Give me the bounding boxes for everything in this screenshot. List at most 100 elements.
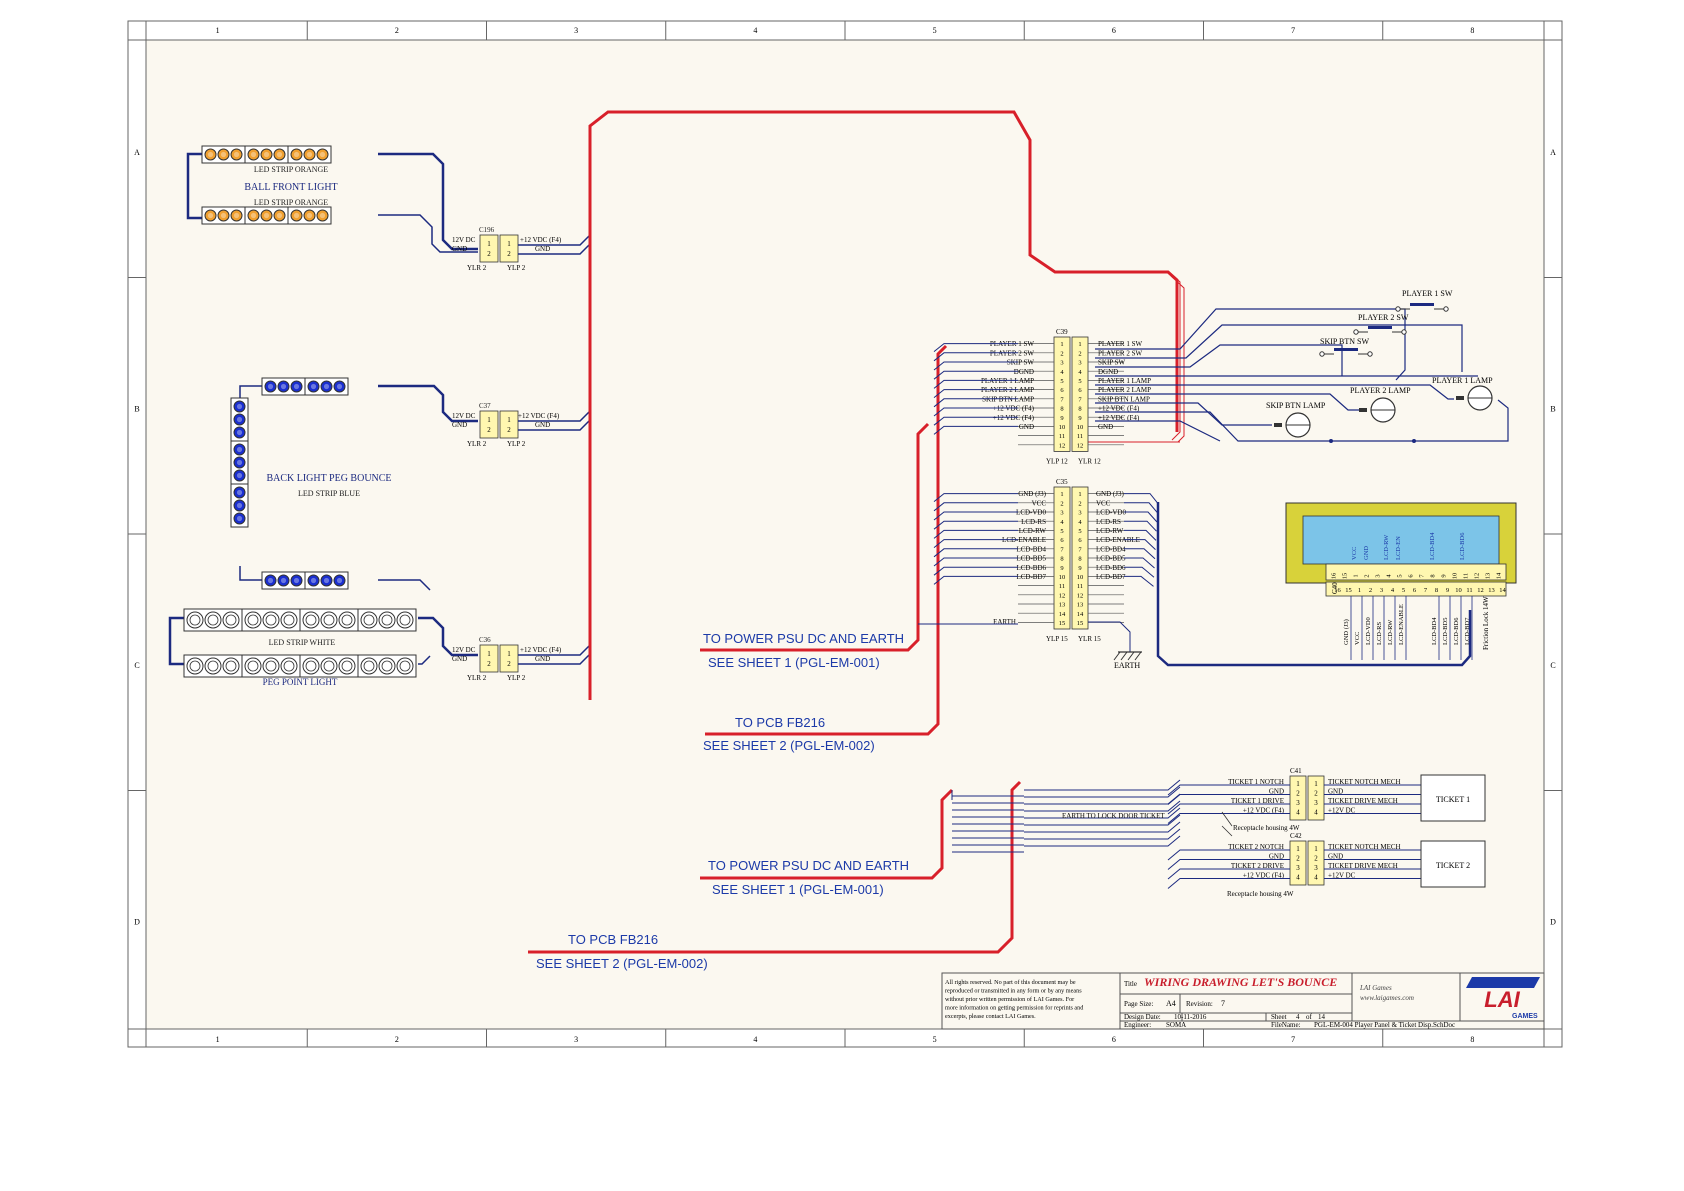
c39-right-pin: PLAYER 1 LAMP (1098, 377, 1151, 385)
lcd-pin-number: 5 (1397, 574, 1404, 577)
svg-text:15: 15 (1059, 620, 1066, 627)
led (378, 657, 396, 675)
lcd-display-label: LCD-RW (1383, 534, 1390, 560)
svg-text:12: 12 (1059, 592, 1066, 599)
logo-subtext: GAMES (1512, 1013, 1538, 1020)
svg-text:1: 1 (487, 650, 491, 658)
svg-text:4: 4 (1314, 809, 1318, 817)
lcd-pin-number: 10 (1455, 587, 1462, 594)
svg-text:2: 2 (1314, 790, 1318, 798)
led-strip-blue-side (230, 397, 249, 528)
svg-text:1: 1 (487, 416, 491, 424)
svg-text:11: 11 (1077, 583, 1083, 590)
svg-text:13: 13 (1059, 602, 1066, 609)
c35-left-pin: LCD-ENABLE (1002, 536, 1046, 544)
c36-left-pin-2: GND (452, 655, 467, 663)
notice-line: more information on getting permission f… (945, 1005, 1084, 1012)
lcd-wire-label: GND (J3) (1343, 619, 1350, 645)
led (280, 657, 298, 675)
svg-text:3: 3 (1078, 360, 1081, 367)
title-block: All rights reserved. No part of this doc… (941, 972, 1545, 1030)
earth-label: EARTH (1114, 661, 1140, 670)
led (186, 657, 204, 675)
c35-left-pin: GND (J3) (1018, 490, 1046, 498)
lcd-lock-label: Friction Lock 14W (1482, 596, 1490, 650)
svg-text:1: 1 (1314, 845, 1318, 853)
c39-left-pin: PLAYER 1 SW (990, 340, 1034, 348)
c36-plug-left: YLR 2 (467, 674, 487, 682)
c196-left-pin-1: 12V DC (452, 236, 476, 244)
sheet-total: 14 (1318, 1013, 1326, 1021)
player-1-switch-label: PLAYER 1 SW (1402, 289, 1453, 298)
revision-value: 7 (1221, 999, 1225, 1008)
svg-text:14: 14 (1059, 611, 1066, 618)
c36-right-pin-1: +12 VDC (F4) (520, 646, 562, 654)
svg-text:12: 12 (1077, 442, 1084, 449)
c37-left-pin-1: 12V DC (452, 412, 476, 420)
svg-text:9: 9 (1078, 415, 1081, 422)
title-label: Title (1124, 980, 1137, 988)
skip-button-switch-label: SKIP BTN SW (1320, 337, 1369, 346)
svg-text:12: 12 (1059, 442, 1066, 449)
svg-text:4: 4 (1314, 874, 1318, 882)
c39-right-pin: SKIP SW (1098, 359, 1126, 367)
c35-left-pin: LCD-RS (1021, 518, 1046, 526)
led (244, 611, 262, 629)
grid-col-top-3: 3 (574, 26, 578, 35)
lcd-wire-label: LCD-BD5 (1442, 618, 1449, 645)
c39-right-pin: PLAYER 2 SW (1098, 349, 1142, 357)
led (360, 657, 378, 675)
c35-right-pin: GND (J3) (1096, 490, 1124, 498)
ref-pcb-1-title: TO PCB FB216 (735, 715, 825, 730)
c35-right-pin: LCD-BD7 (1096, 573, 1126, 581)
ref-psu-2-sheet: SEE SHEET 1 (PGL-EM-001) (712, 882, 884, 897)
led-strip-blue-label: LED STRIP BLUE (298, 489, 360, 498)
lcd-pin-strip: 1616151511223344556677889910101111121213… (1325, 563, 1507, 597)
c35-left-pin: LCD-BD4 (1016, 545, 1046, 553)
c39-left-pin: SKIP SW (1007, 359, 1035, 367)
svg-text:1: 1 (507, 650, 511, 658)
grid-row-left-D: D (134, 918, 140, 927)
svg-text:8: 8 (1060, 556, 1063, 563)
ticket-1-label: TICKET 1 (1436, 795, 1470, 804)
c39-left-pin: +12 VDC (F4) (993, 405, 1035, 413)
notice-line: without prior written permission of LAI … (945, 996, 1074, 1003)
c39-right-pin: DGND (1098, 368, 1118, 376)
c196-right-pin-1: +12 VDC (F4) (520, 236, 562, 244)
c196-right-pin-2: GND (535, 245, 550, 253)
c39-left-pin: +12 VDC (F4) (993, 414, 1035, 422)
svg-text:2: 2 (1078, 350, 1081, 357)
c36-left-pin-1: 12V DC (452, 646, 476, 654)
svg-text:9: 9 (1060, 415, 1063, 422)
grid-col-top-8: 8 (1470, 26, 1474, 35)
led (262, 611, 280, 629)
lcd-pin-number: 15 (1342, 573, 1349, 580)
grid-col-bottom-7: 7 (1291, 1035, 1295, 1044)
lcd-wire-label: VCC (1354, 632, 1361, 645)
svg-text:10: 10 (1059, 574, 1066, 581)
c35-left-pin: LCD-RW (1019, 527, 1047, 535)
grid-row-left-A: A (134, 148, 140, 157)
c40-ref: C40 (1331, 582, 1339, 594)
svg-text:1: 1 (487, 240, 491, 248)
c35-left-pin: LCD-VD0 (1016, 509, 1046, 517)
c36-plug-right: YLP 2 (507, 674, 526, 682)
svg-text:8: 8 (1060, 406, 1063, 413)
earth-lock-label: EARTH TO LOCK DOOR TICKET (1062, 812, 1165, 820)
led (338, 657, 356, 675)
c39-left-pin: PLAYER 2 SW (990, 349, 1034, 357)
lcd-pin-number: 9 (1446, 587, 1449, 594)
svg-text:1: 1 (1060, 341, 1063, 348)
svg-text:2: 2 (1296, 790, 1300, 798)
c196-left-pin-2: GND (452, 245, 467, 253)
led (302, 611, 320, 629)
led (222, 657, 240, 675)
ticket-2-label: TICKET 2 (1436, 861, 1470, 870)
filename-value: PGL-EM-004 Player Panel & Ticket Disp.Sc… (1314, 1021, 1455, 1029)
svg-text:5: 5 (1060, 378, 1063, 385)
led (378, 611, 396, 629)
lcd-pin-number: 11 (1466, 587, 1472, 594)
svg-text:11: 11 (1077, 433, 1083, 440)
c35-left-pin: VCC (1032, 499, 1047, 507)
svg-text:10: 10 (1077, 424, 1084, 431)
